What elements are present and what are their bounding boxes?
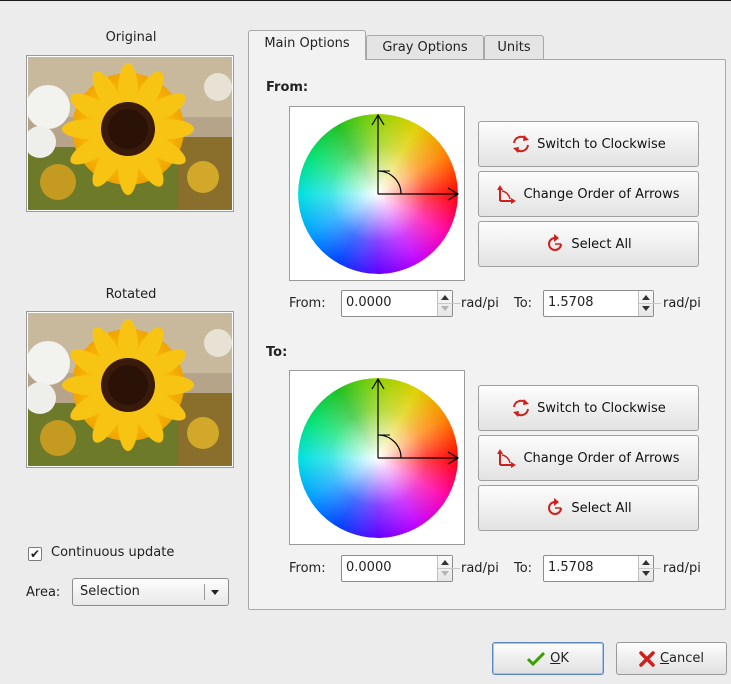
rotated-preview <box>26 311 234 468</box>
spinner-arrows[interactable] <box>437 291 460 316</box>
tab-main-options[interactable]: Main Options <box>248 30 366 60</box>
from-range-to-label: To: <box>514 296 533 311</box>
ok-button[interactable]: OK <box>492 642 604 675</box>
select-all-circle-icon <box>545 234 565 254</box>
from-select-all-button[interactable]: Select All <box>478 221 699 267</box>
select-all-circle-icon <box>545 498 565 518</box>
cancel-label: Cancel <box>659 651 705 666</box>
to-change-order-label: Change Order of Arrows <box>523 450 680 466</box>
combo-divider <box>204 584 205 600</box>
from-range-unit-label: rad/pi <box>461 296 499 311</box>
ok-label: OK <box>550 651 569 666</box>
to-range-from-value: 0.0000 <box>346 560 392 575</box>
area-combobox[interactable]: Selection <box>72 578 229 606</box>
color-wheel-icon <box>298 113 460 274</box>
rotated-caption: Rotated <box>105 287 157 302</box>
from-color-wheel[interactable] <box>289 106 465 281</box>
to-section-title: To: <box>266 345 288 360</box>
sunflower-image <box>28 313 232 466</box>
from-section-title: From: <box>266 80 309 95</box>
swap-arrows-icon <box>497 184 517 204</box>
to-select-all-label: Select All <box>571 500 632 516</box>
continuous-update-label[interactable]: Continuous update <box>51 545 174 560</box>
to-switch-clockwise-button[interactable]: Switch to Clockwise <box>478 385 699 431</box>
to-range-from-label: From: <box>289 561 326 576</box>
sunflower-image <box>28 57 232 210</box>
from-range-from-label: From: <box>289 296 326 311</box>
from-range-from-spinner[interactable]: 0.0000 <box>341 290 460 317</box>
to-range-unit-label: rad/pi <box>461 561 499 576</box>
to-range-to-unit-label: rad/pi <box>663 561 701 576</box>
rotate-arrows-icon <box>511 398 531 418</box>
from-range-to-spinner[interactable]: 1.5708 <box>543 290 661 317</box>
from-switch-clockwise-label: Switch to Clockwise <box>537 136 666 152</box>
from-range-to-value: 1.5708 <box>548 295 594 310</box>
to-select-all-button[interactable]: Select All <box>478 485 699 531</box>
continuous-update-checkbox[interactable]: ✔ <box>28 547 42 561</box>
red-x-icon <box>639 650 655 667</box>
spinner-arrows[interactable] <box>638 291 661 316</box>
tab-gray-options[interactable]: Gray Options <box>366 35 484 60</box>
area-label: Area: <box>26 585 61 600</box>
to-change-order-button[interactable]: Change Order of Arrows <box>478 435 699 481</box>
chevron-down-icon <box>211 590 219 595</box>
checkmark-icon <box>527 651 546 666</box>
from-range-from-value: 0.0000 <box>346 295 392 310</box>
spinner-arrows[interactable] <box>437 556 460 581</box>
window-top-border <box>0 0 731 1</box>
to-range-to-value: 1.5708 <box>548 560 594 575</box>
area-value: Selection <box>80 584 140 599</box>
cancel-button[interactable]: Cancel <box>616 642 727 675</box>
original-preview <box>26 55 234 212</box>
from-select-all-label: Select All <box>571 236 632 252</box>
from-switch-clockwise-button[interactable]: Switch to Clockwise <box>478 121 699 167</box>
original-caption: Original <box>105 30 157 45</box>
rotate-arrows-icon <box>511 134 531 154</box>
to-color-wheel[interactable] <box>289 370 465 545</box>
to-switch-clockwise-label: Switch to Clockwise <box>537 400 666 416</box>
to-range-from-spinner[interactable]: 0.0000 <box>341 555 460 582</box>
from-change-order-label: Change Order of Arrows <box>523 186 680 202</box>
from-change-order-button[interactable]: Change Order of Arrows <box>478 171 699 217</box>
color-wheel-icon <box>298 377 460 538</box>
main-options-panel: From: Switch to Clockwise Change Order o… <box>248 59 726 610</box>
to-range-to-label: To: <box>514 561 533 576</box>
to-range-to-spinner[interactable]: 1.5708 <box>543 555 661 582</box>
spinner-arrows[interactable] <box>638 556 661 581</box>
tab-units[interactable]: Units <box>484 35 544 60</box>
swap-arrows-icon <box>497 448 517 468</box>
from-range-to-unit-label: rad/pi <box>663 296 701 311</box>
